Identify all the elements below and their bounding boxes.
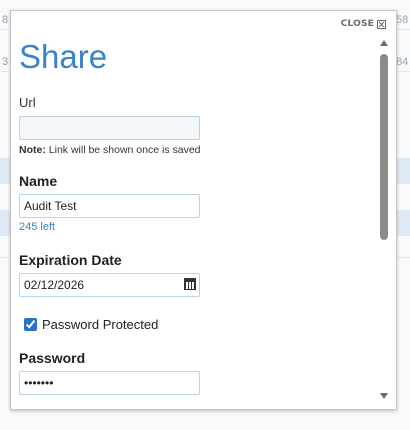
url-label: Url [19,95,36,110]
password-field[interactable] [19,371,200,395]
expiration-date-label: Expiration Date [19,252,122,268]
background-number: 84 [396,56,409,68]
background-number: 58 [396,14,409,26]
password-label: Password [19,350,86,366]
dialog-title: Share [19,38,108,75]
name-field[interactable] [19,194,200,218]
dialog-scrollbar[interactable] [378,37,390,407]
url-note-prefix: Note: [19,144,46,156]
close-button[interactable]: CLOSE [341,19,386,29]
name-label: Name [19,173,58,189]
close-label: CLOSE [340,19,374,29]
background-number: 3 [2,56,9,68]
url-note-text: Link will be shown once is saved [48,144,201,156]
password-protected-checkbox[interactable] [24,318,37,331]
scroll-up-arrow-icon[interactable] [380,40,388,46]
url-note: Note: Link will be shown once is saved [19,144,374,156]
dialog-content: Share Url Note: Link will be shown once … [19,37,374,395]
expiration-date-field[interactable] [19,273,200,297]
calendar-icon[interactable] [184,278,196,290]
scroll-down-arrow-icon[interactable] [380,393,388,399]
scrollbar-thumb[interactable] [380,54,388,240]
password-protected-label: Password Protected [42,317,159,332]
share-dialog: CLOSE Share Url Note: Link will be shown… [10,10,397,410]
url-field[interactable] [19,116,200,140]
name-char-counter: 245 left [19,221,56,233]
expiration-date-picker [19,273,200,297]
close-box-icon [377,19,386,29]
background-number: 8 [2,14,9,26]
password-protected-option[interactable]: Password Protected [24,317,374,332]
